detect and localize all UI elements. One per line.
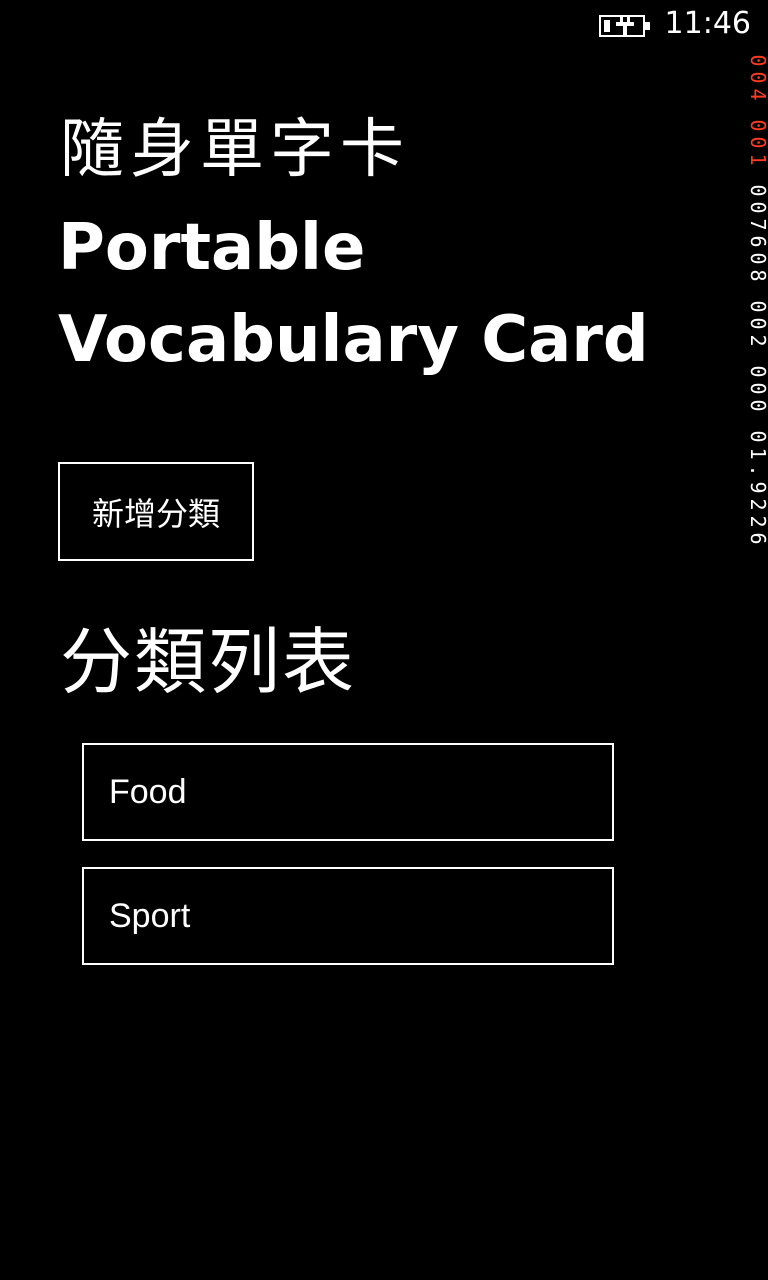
frame-rate-counter-digit: 0 xyxy=(745,300,768,313)
category-item-food[interactable]: Food xyxy=(82,743,614,841)
frame-rate-counter-group: 0 0 7 6 0 8 xyxy=(745,182,768,284)
frame-rate-counter-digit: 8 xyxy=(745,269,768,282)
frame-rate-counter-digit: 4 xyxy=(745,88,768,101)
app-title-english: Portable Vocabulary Card xyxy=(58,211,649,377)
frame-rate-counter-digit: 0 xyxy=(745,365,768,378)
frame-rate-counter-group: 0 0 4 xyxy=(745,52,768,103)
status-bar: 11:46 xyxy=(0,0,768,50)
frame-rate-counter-digit: 2 xyxy=(745,515,768,528)
frame-rate-counter: 0 0 4 0 0 1 0 0 7 6 0 8 0 0 2 0 0 0 0 1. 9 2 2 6 xyxy=(746,52,768,561)
frame-rate-counter-group: 0 0 0 xyxy=(745,363,768,414)
category-item-sport[interactable]: Sport xyxy=(82,867,614,965)
add-category-button[interactable]: 新增分類 xyxy=(58,462,254,561)
frame-rate-counter-digit: 7 xyxy=(745,218,768,231)
frame-rate-counter-digit: 0 xyxy=(745,252,768,265)
status-clock: 11:46 xyxy=(664,6,751,41)
frame-rate-counter-digit: 1 xyxy=(745,447,768,460)
frame-rate-counter-digit: 2 xyxy=(745,498,768,511)
frame-rate-counter-digit: 0 xyxy=(745,54,768,67)
frame-rate-counter-digit: 0 xyxy=(745,119,768,132)
frame-rate-counter-digit: 0 xyxy=(745,136,768,149)
frame-rate-counter-digit: . xyxy=(745,464,768,477)
frame-rate-counter-group: 0 0 2 xyxy=(745,298,768,349)
frame-rate-counter-digit: 0 xyxy=(745,201,768,214)
frame-rate-counter-digit: 0 xyxy=(745,399,768,412)
frame-rate-counter-digit: 2 xyxy=(745,334,768,347)
frame-rate-counter-group: 0 0 1 xyxy=(745,117,768,168)
app-title-chinese: 隨身單字卡 xyxy=(60,113,410,187)
category-list: Food Sport xyxy=(82,743,614,991)
battery-charging-icon xyxy=(599,15,650,37)
frame-rate-counter-digit: 6 xyxy=(745,532,768,545)
frame-rate-counter-digit: 0 xyxy=(745,71,768,84)
frame-rate-counter-digit: 0 xyxy=(745,317,768,330)
frame-rate-counter-digit: 0 xyxy=(745,382,768,395)
category-list-heading: 分類列表 xyxy=(60,620,357,704)
frame-rate-counter-digit: 0 xyxy=(745,184,768,197)
frame-rate-counter-digit: 0 xyxy=(745,430,768,443)
frame-rate-counter-digit: 1 xyxy=(745,153,768,166)
frame-rate-counter-group: 0 1. 9 2 2 6 xyxy=(745,428,768,547)
frame-rate-counter-digit: 9 xyxy=(745,481,768,494)
frame-rate-counter-digit: 6 xyxy=(745,235,768,248)
